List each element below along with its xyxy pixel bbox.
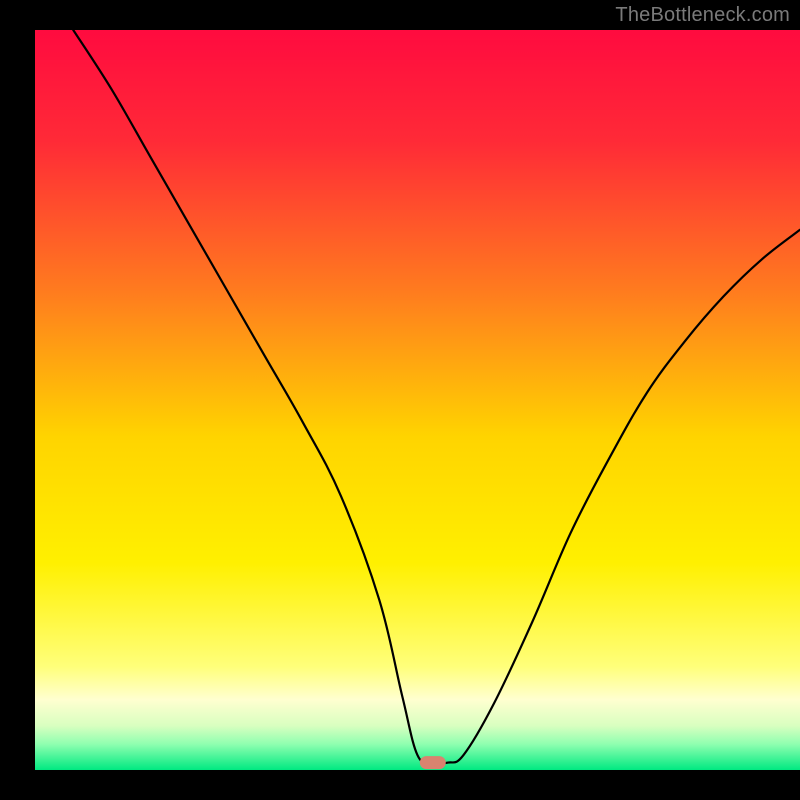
gradient-background [35,30,800,770]
chart-frame: { "watermark": "TheBottleneck.com", "col… [0,0,800,800]
watermark-text: TheBottleneck.com [615,4,790,27]
bottleneck-chart [0,0,800,800]
optimal-marker [420,756,446,769]
